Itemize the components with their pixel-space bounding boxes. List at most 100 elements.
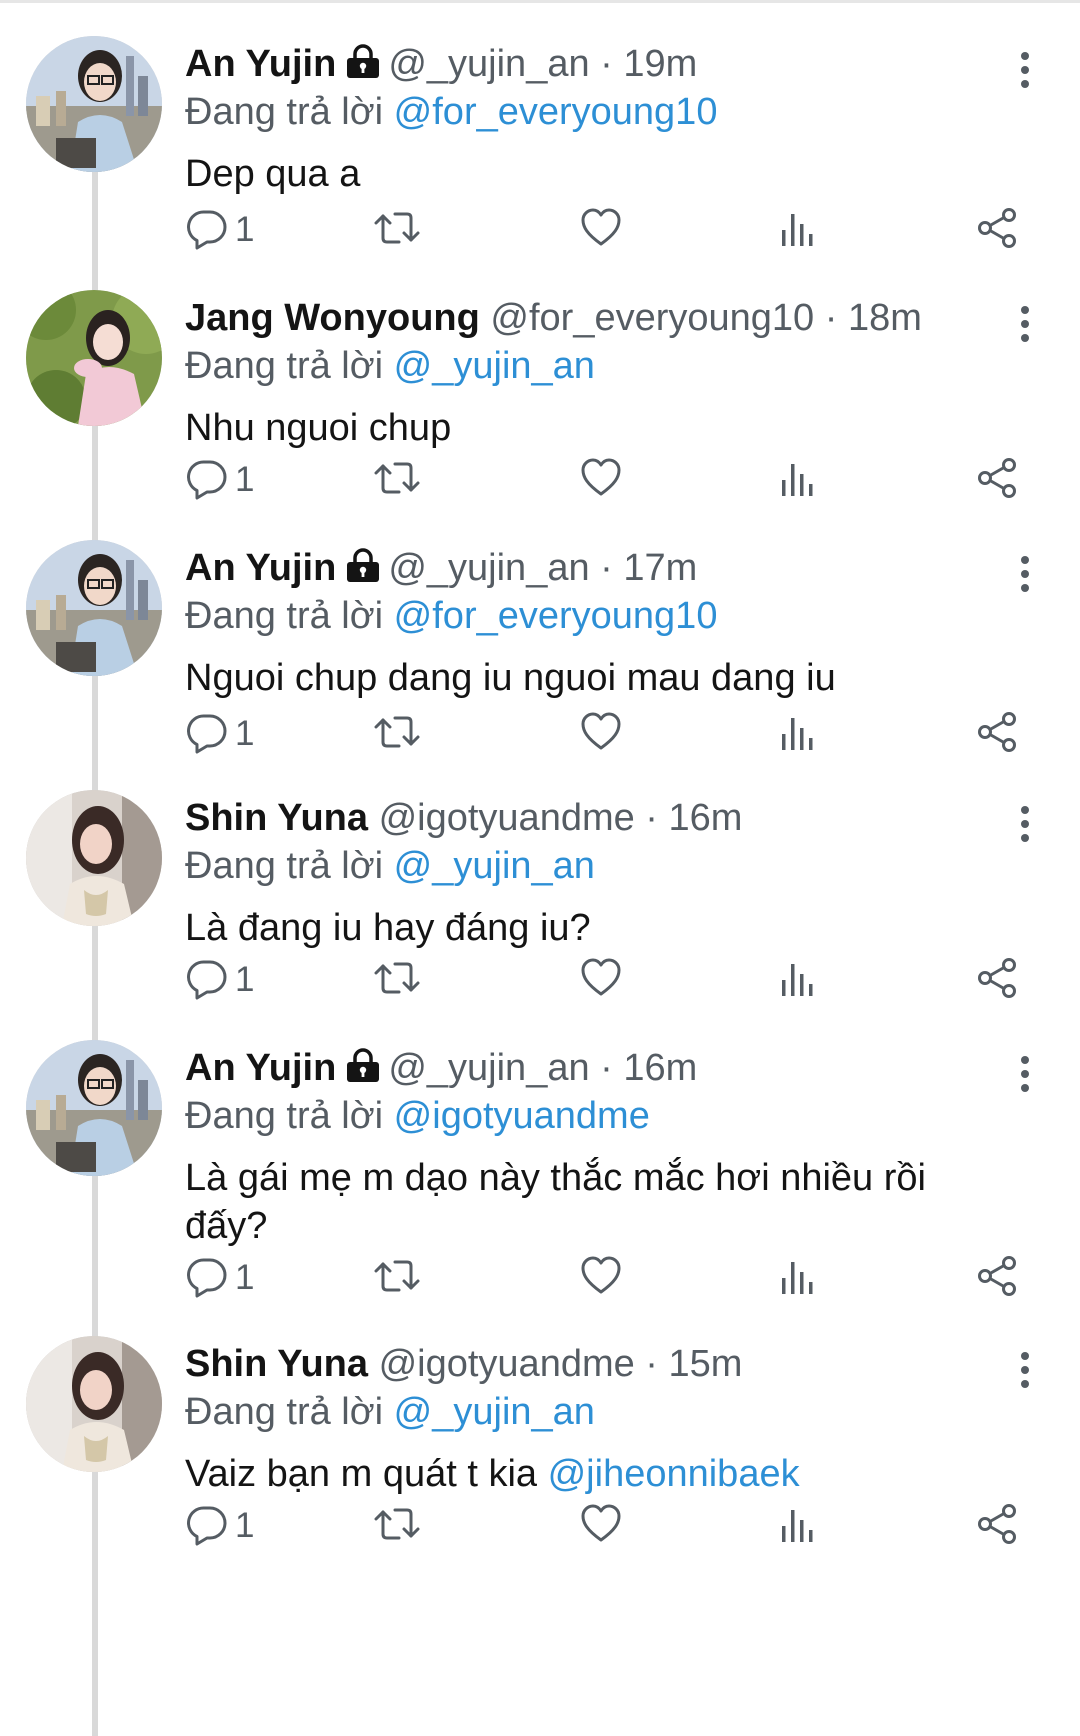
display-name[interactable]: Shin Yuna [185, 1343, 368, 1385]
avatar[interactable] [26, 1336, 162, 1472]
user-handle[interactable]: @_yujin_an [388, 43, 589, 85]
lock-icon [344, 1048, 382, 1096]
replying-to-mention[interactable]: @for_everyoung10 [394, 91, 718, 133]
separator-dot: · [634, 1343, 669, 1385]
replying-to-mention[interactable]: @for_everyoung10 [394, 595, 718, 637]
like-button[interactable] [579, 710, 623, 758]
reply-button[interactable]: 1 [185, 456, 285, 504]
display-name[interactable]: Shin Yuna [185, 797, 368, 839]
retweet-icon [373, 956, 421, 1000]
timestamp[interactable]: 15m [669, 1343, 743, 1385]
reply-button[interactable]: 1 [185, 956, 285, 1004]
views-button[interactable] [775, 456, 819, 504]
replying-to-mention[interactable]: @_yujin_an [394, 1391, 595, 1433]
share-button[interactable] [975, 710, 1019, 758]
retweet-button[interactable] [373, 956, 421, 1004]
retweet-button[interactable] [373, 710, 421, 758]
avatar[interactable] [26, 1040, 162, 1176]
replying-to-mention[interactable]: @igotyuandme [394, 1095, 650, 1137]
user-handle[interactable]: @igotyuandme [379, 797, 635, 839]
replying-to-mention[interactable]: @_yujin_an [394, 845, 595, 887]
display-name[interactable]: An Yujin [185, 43, 336, 85]
reply-button[interactable]: 1 [185, 1502, 285, 1550]
timestamp[interactable]: 19m [623, 43, 697, 85]
like-icon [579, 1502, 623, 1546]
timestamp[interactable]: 18m [848, 297, 922, 339]
retweet-button[interactable] [373, 1502, 421, 1550]
reply-count: 1 [235, 1258, 255, 1297]
tweet-body: Vaiz bạn m quát t kia [185, 1453, 538, 1495]
reply-button[interactable]: 1 [185, 1254, 285, 1302]
retweet-button[interactable] [373, 206, 421, 254]
tweet-header: An Yujin @_yujin_an · 19m [185, 40, 697, 88]
tweet[interactable]: Shin Yuna @igotyuandme · 15m Đang trả lời… [0, 1336, 1080, 1606]
views-button[interactable] [775, 1502, 819, 1550]
retweet-button[interactable] [373, 456, 421, 504]
retweet-button[interactable] [373, 1254, 421, 1302]
share-button[interactable] [975, 956, 1019, 1004]
user-handle[interactable]: @igotyuandme [379, 1343, 635, 1385]
share-button[interactable] [975, 456, 1019, 504]
like-button[interactable] [579, 956, 623, 1004]
tweet-actions: 1 [185, 206, 1045, 254]
like-button[interactable] [579, 1254, 623, 1302]
views-icon [775, 1254, 819, 1298]
tweet-body: Là đang iu hay đáng iu? [185, 907, 591, 949]
avatar[interactable] [26, 290, 162, 426]
timestamp[interactable]: 16m [623, 1047, 697, 1089]
top-divider [0, 0, 1080, 3]
more-icon[interactable] [1010, 1350, 1040, 1390]
views-button[interactable] [775, 206, 819, 254]
display-name[interactable]: Jang Wonyoung [185, 297, 480, 339]
replying-to-mention[interactable]: @_yujin_an [394, 345, 595, 387]
display-name[interactable]: An Yujin [185, 1047, 336, 1089]
views-button[interactable] [775, 956, 819, 1004]
tweet-header: An Yujin @_yujin_an · 17m [185, 544, 697, 592]
views-button[interactable] [775, 1254, 819, 1302]
timestamp[interactable]: 17m [623, 547, 697, 589]
share-button[interactable] [975, 206, 1019, 254]
tweet-mention[interactable]: @jiheonnibaek [548, 1453, 800, 1495]
retweet-icon [373, 1254, 421, 1298]
tweet[interactable]: Shin Yuna @igotyuandme · 16m Đang trả lời… [0, 790, 1080, 1060]
share-button[interactable] [975, 1254, 1019, 1302]
retweet-icon [373, 710, 421, 754]
replying-to: Đang trả lời @igotyuandme [185, 1092, 650, 1140]
share-icon [975, 1254, 1019, 1298]
tweet[interactable]: An Yujin @_yujin_an · 19m Đang trả lời @fo… [0, 36, 1080, 306]
more-icon[interactable] [1010, 50, 1040, 90]
tweet-text: Dep qua a [185, 150, 985, 198]
views-icon [775, 456, 819, 500]
user-handle[interactable]: @_yujin_an [388, 1047, 589, 1089]
tweet-body: Dep qua a [185, 153, 361, 195]
tweet[interactable]: Jang Wonyoung @for_everyoung10 · 18m Đang… [0, 290, 1080, 560]
like-icon [579, 206, 623, 250]
more-icon[interactable] [1010, 554, 1040, 594]
like-button[interactable] [579, 456, 623, 504]
reply-button[interactable]: 1 [185, 206, 285, 254]
more-icon[interactable] [1010, 804, 1040, 844]
more-icon[interactable] [1010, 1054, 1040, 1094]
share-button[interactable] [975, 1502, 1019, 1550]
like-button[interactable] [579, 206, 623, 254]
like-icon [579, 456, 623, 500]
tweet[interactable]: An Yujin @_yujin_an · 16m Đang trả lời @ig… [0, 1040, 1080, 1310]
avatar[interactable] [26, 540, 162, 676]
display-name[interactable]: An Yujin [185, 547, 336, 589]
timestamp[interactable]: 16m [669, 797, 743, 839]
tweet-header: Shin Yuna @igotyuandme · 16m [185, 794, 742, 842]
separator-dot: · [589, 43, 624, 85]
share-icon [975, 1502, 1019, 1546]
like-button[interactable] [579, 1502, 623, 1550]
tweet-actions: 1 [185, 456, 1045, 504]
tweet[interactable]: An Yujin @_yujin_an · 17m Đang trả lời @fo… [0, 540, 1080, 810]
more-icon[interactable] [1010, 304, 1040, 344]
tweet-text: Vaiz bạn m quát t kia @jiheonnibaek [185, 1450, 985, 1498]
reply-button[interactable]: 1 [185, 710, 285, 758]
avatar[interactable] [26, 36, 162, 172]
avatar[interactable] [26, 790, 162, 926]
views-button[interactable] [775, 710, 819, 758]
user-handle[interactable]: @_yujin_an [388, 547, 589, 589]
like-icon [579, 1254, 623, 1298]
user-handle[interactable]: @for_everyoung10 [490, 297, 814, 339]
